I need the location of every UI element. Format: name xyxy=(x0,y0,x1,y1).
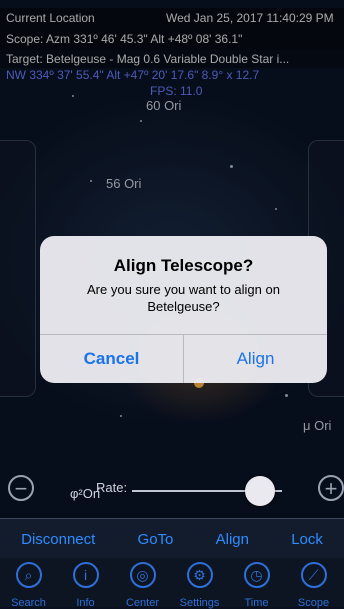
dialog-title: Align Telescope? xyxy=(113,256,254,275)
rate-label: Rate: xyxy=(96,480,128,495)
tab-time[interactable]: ◷ Time xyxy=(228,558,285,609)
align-confirm-button[interactable]: Align xyxy=(184,335,327,383)
disconnect-button[interactable]: Disconnect xyxy=(21,531,95,548)
rate-increase-button[interactable]: + xyxy=(318,475,344,501)
tab-scope[interactable]: ⟋ Scope xyxy=(285,558,342,609)
tab-label: Settings xyxy=(179,597,220,609)
bottom-tab-bar: ⌕ Search i Info ◎ Center ⚙ Settings ◷ Ti… xyxy=(0,558,344,609)
rate-control: − φ²Ori Rate: + xyxy=(0,468,344,508)
tab-label: Info xyxy=(76,597,95,609)
rate-slider-knob[interactable] xyxy=(244,476,275,506)
tab-label: Center xyxy=(125,597,160,609)
tab-settings[interactable]: ⚙ Settings xyxy=(171,558,228,609)
telescope-action-bar: Disconnect GoTo Align Lock xyxy=(0,518,344,559)
tab-info[interactable]: i Info xyxy=(57,558,114,609)
clock-icon: ◷ xyxy=(243,562,270,588)
tab-label: Time xyxy=(244,597,269,609)
goto-button[interactable]: GoTo xyxy=(138,531,174,548)
tab-search[interactable]: ⌕ Search xyxy=(0,558,57,609)
lock-button[interactable]: Lock xyxy=(291,531,323,548)
info-icon: i xyxy=(72,562,99,588)
telescope-icon: ⟋ xyxy=(300,562,327,588)
cancel-button[interactable]: Cancel xyxy=(40,335,183,383)
rate-decrease-button[interactable]: − xyxy=(8,475,34,501)
tab-label: Search xyxy=(11,597,46,609)
gear-icon: ⚙ xyxy=(186,562,213,588)
tab-center[interactable]: ◎ Center xyxy=(114,558,171,609)
dialog-message: Are you sure you want to align on Betelg… xyxy=(87,282,280,314)
align-button[interactable]: Align xyxy=(216,531,249,548)
search-icon: ⌕ xyxy=(15,562,42,588)
dialog-buttons: Cancel Align xyxy=(40,334,327,383)
align-telescope-dialog: Align Telescope? Are you sure you want t… xyxy=(40,236,327,383)
tab-label: Scope xyxy=(297,597,330,609)
center-icon: ◎ xyxy=(129,562,156,588)
